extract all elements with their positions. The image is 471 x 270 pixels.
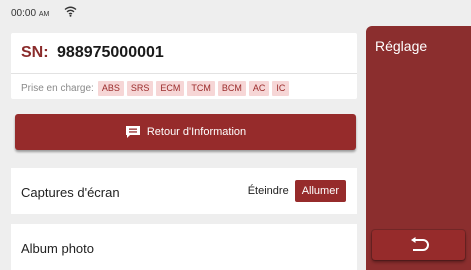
sn-value: 988975000001 xyxy=(57,44,164,61)
album-label: Album photo xyxy=(21,241,94,256)
toggle-off-option[interactable]: Éteindre xyxy=(241,180,295,202)
feedback-button-label: Retour d'Information xyxy=(146,126,247,138)
album-row[interactable]: Album photo xyxy=(11,224,357,270)
feedback-button[interactable]: Retour d'Information xyxy=(15,114,356,150)
screenshot-toggle: Éteindre Allumer xyxy=(241,180,346,202)
wifi-icon xyxy=(64,6,77,17)
system-badge: ECM xyxy=(156,81,185,96)
screenshot-setting-row: Captures d'écran Éteindre Allumer xyxy=(11,168,357,214)
serial-number: SN: 988975000001 xyxy=(21,44,164,62)
system-badge: TCM xyxy=(187,81,215,96)
status-time: 00:00 AM xyxy=(11,8,50,19)
back-icon xyxy=(410,237,429,251)
sn-label: SN: xyxy=(21,44,49,61)
divider xyxy=(11,73,357,74)
vehicle-info-card: SN: 988975000001 Prise en charge: ABS SR… xyxy=(11,33,357,99)
side-panel: Réglage xyxy=(366,26,471,270)
screenshot-setting-label: Captures d'écran xyxy=(21,185,120,200)
system-badge: BCM xyxy=(217,81,246,96)
system-badge: IC xyxy=(272,81,290,96)
system-badge: AC xyxy=(248,81,270,96)
system-badge: ABS xyxy=(97,81,124,96)
system-badge: SRS xyxy=(126,81,154,96)
status-ampm: AM xyxy=(38,11,50,18)
side-panel-title: Réglage xyxy=(375,38,428,54)
supported-systems: Prise en charge: ABS SRS ECM TCM BCM AC … xyxy=(21,81,292,96)
status-bar: 00:00 AM xyxy=(0,0,471,26)
feedback-icon xyxy=(125,126,140,138)
back-button[interactable] xyxy=(372,230,465,260)
toggle-on-option[interactable]: Allumer xyxy=(294,180,346,202)
supported-systems-label: Prise en charge: xyxy=(21,83,94,94)
